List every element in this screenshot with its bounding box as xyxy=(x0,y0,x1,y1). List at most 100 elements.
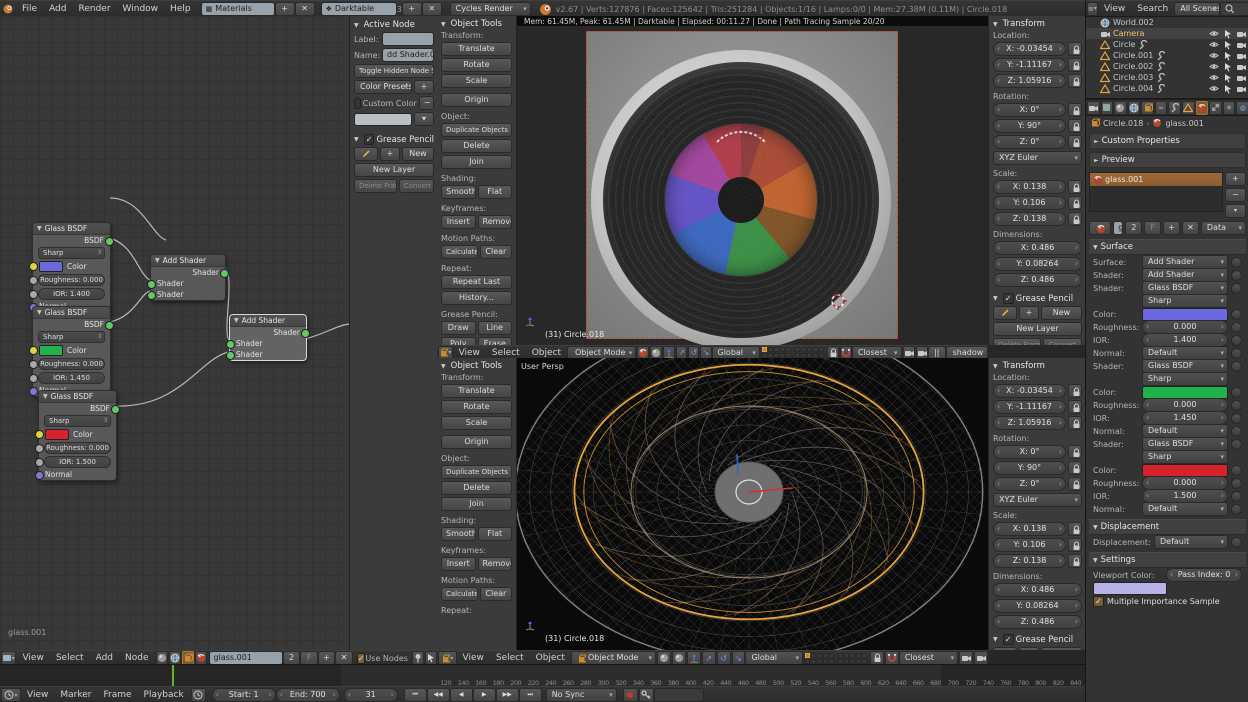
draw-button[interactable]: Draw xyxy=(441,321,476,335)
duplicate-objects-button[interactable]: Duplicate Objects xyxy=(441,465,512,479)
material-browse-icon[interactable] xyxy=(195,651,207,665)
color-presets-dropdown[interactable]: Color Presets xyxy=(354,80,412,94)
material-users-button[interactable]: 2 xyxy=(1125,221,1142,235)
keying-set-icon[interactable] xyxy=(639,688,654,702)
scale-button[interactable]: Scale xyxy=(441,416,512,430)
editor-type-3dview-icon[interactable]: ▾ xyxy=(438,651,457,665)
delete-button[interactable]: Delete xyxy=(441,481,512,495)
selectability-cursor-icon[interactable] xyxy=(1223,29,1232,39)
breadcrumb-object[interactable]: Circle.018 xyxy=(1103,119,1143,128)
pin-icon[interactable] xyxy=(412,651,424,665)
flat-button[interactable]: Flat xyxy=(478,527,513,541)
lock-icon[interactable] xyxy=(1068,119,1082,133)
panel-header-active-node[interactable]: ▼Active Node xyxy=(354,20,434,30)
scene-add-button[interactable]: + xyxy=(402,2,422,16)
erase-button[interactable]: Erase xyxy=(478,337,513,345)
preset-remove-button[interactable]: − xyxy=(419,96,434,110)
lock-icon[interactable] xyxy=(1068,522,1082,536)
grease-add-button[interactable]: + xyxy=(1019,647,1039,650)
menu-view[interactable]: View xyxy=(16,653,49,663)
animate-dot[interactable] xyxy=(1231,426,1242,437)
panel-header-settings[interactable]: ▼Settings xyxy=(1089,552,1246,568)
roughness-slider[interactable]: 0.000 xyxy=(1142,398,1228,412)
ior-slider[interactable]: 1.500 xyxy=(1142,489,1228,503)
manipulator-scale-icon[interactable]: ↘ xyxy=(732,651,746,665)
editor-type-outliner-icon[interactable]: ≡▾ xyxy=(1087,2,1098,16)
menu-window[interactable]: Window xyxy=(117,4,165,14)
ior-slider[interactable]: IOR: 1.500 xyxy=(44,456,111,468)
node-add-shader-1[interactable]: ▼Add Shader Shader Shader Shader xyxy=(150,254,226,301)
render-opengl-icon[interactable] xyxy=(959,651,973,665)
join-button[interactable]: Join xyxy=(441,155,512,169)
material-slot-active[interactable]: glass.001 xyxy=(1090,173,1222,186)
repeat-last-button[interactable]: Repeat Last xyxy=(441,275,512,289)
use-nodes-checkbox[interactable]: ✓ xyxy=(357,653,366,664)
timeline-playhead[interactable] xyxy=(172,665,174,687)
collapse-icon[interactable]: ▼ xyxy=(234,317,239,324)
menu-object[interactable]: Object xyxy=(530,653,571,663)
tab-texture-icon[interactable] xyxy=(1209,101,1222,115)
selectability-cursor-icon[interactable] xyxy=(1223,73,1232,83)
toggle-hidden-sockets-button[interactable]: Toggle Hidden Node Sockets xyxy=(354,64,434,78)
renderability-camera-icon[interactable] xyxy=(1236,73,1246,83)
node-header[interactable]: ▼Add Shader xyxy=(230,315,306,327)
animate-dot[interactable] xyxy=(1231,270,1242,281)
grease-new-button[interactable]: New xyxy=(1041,647,1082,650)
visibility-eye-icon[interactable] xyxy=(1209,40,1219,49)
node-glass-bsdf-2[interactable]: ▼Glass BSDF BSDF Sharp Color Roughness: … xyxy=(32,306,111,397)
manipulator-axis-icon[interactable] xyxy=(687,651,701,665)
dim-x-slider[interactable]: X: 0.486 xyxy=(993,583,1082,597)
render-engine-dropdown[interactable]: Cycles Render xyxy=(450,2,531,16)
dim-x-slider[interactable]: X: 0.486 xyxy=(993,241,1082,255)
dim-y-slider[interactable]: Y: 0.08264 xyxy=(993,599,1082,613)
translate-button[interactable]: Translate xyxy=(441,384,512,398)
color-swatch[interactable] xyxy=(39,261,63,272)
tab-object-icon[interactable] xyxy=(1141,101,1154,115)
smooth-button[interactable]: Smooth xyxy=(441,185,476,199)
pivot-point-icon[interactable] xyxy=(672,651,686,665)
node-header[interactable]: ▼Add Shader xyxy=(151,255,225,267)
selectability-cursor-icon[interactable] xyxy=(1223,40,1232,50)
scale-y-slider[interactable]: Y: 0.106 xyxy=(993,538,1066,552)
menu-select[interactable]: Select xyxy=(50,653,90,663)
menu-node[interactable]: Node xyxy=(119,653,155,663)
node-name-input[interactable]: dd Shader.001 xyxy=(382,48,434,62)
scene-browse-icon[interactable]: ❖ xyxy=(326,3,332,15)
layers-widget-2[interactable] xyxy=(795,347,824,358)
insert-keyframe-button[interactable]: Insert xyxy=(441,557,476,571)
viewport-shading-icon[interactable] xyxy=(657,651,671,665)
menu-search[interactable]: Search xyxy=(1131,4,1174,14)
preset-menu-button[interactable]: ▾ xyxy=(414,112,434,126)
panel-header-grease-pencil[interactable]: ▼✓Grease Pencil xyxy=(993,634,1082,645)
output-socket[interactable] xyxy=(105,237,114,246)
menu-frame[interactable]: Frame xyxy=(97,690,137,700)
origin-button[interactable]: Origin xyxy=(441,435,512,449)
manipulator-translate-icon[interactable]: ↗ xyxy=(702,651,716,665)
convert-button[interactable]: Convert xyxy=(399,179,434,193)
animate-dot[interactable] xyxy=(1231,335,1242,346)
keying-set-field[interactable] xyxy=(654,688,704,702)
current-frame-slider[interactable]: 31 xyxy=(344,688,398,702)
material-name-field[interactable]: glass.001 xyxy=(1113,221,1123,235)
frame-end-slider[interactable]: End: 700 xyxy=(276,688,340,702)
node-glass-bsdf-3[interactable]: ▼Glass BSDF BSDF Sharp Color Roughness: … xyxy=(38,390,117,481)
color-swatch[interactable] xyxy=(1142,308,1228,321)
ior-socket[interactable] xyxy=(35,458,44,467)
input-socket[interactable] xyxy=(226,351,235,360)
editor-type-timeline-icon[interactable]: ▾ xyxy=(1,688,21,702)
shader-type-material-icon[interactable] xyxy=(182,651,194,665)
lock-icon[interactable] xyxy=(1068,135,1082,149)
scale-x-slider[interactable]: X: 0.138 xyxy=(993,522,1066,536)
distribution-dropdown[interactable]: Sharp xyxy=(1142,294,1228,308)
play-reverse-button[interactable]: ◀ xyxy=(450,688,473,702)
manipulator-rotate-icon[interactable]: ↺ xyxy=(717,651,731,665)
outliner-item-circle-001[interactable]: Circle.001 xyxy=(1086,50,1248,61)
record-button[interactable] xyxy=(623,688,638,702)
ior-slider[interactable]: 1.450 xyxy=(1142,411,1228,425)
outliner-search-field[interactable] xyxy=(1220,2,1248,16)
remove-keyframe-button[interactable]: Remove xyxy=(478,215,513,229)
normal-dropdown[interactable]: Default xyxy=(1142,502,1228,516)
slot-add-button[interactable]: + xyxy=(1225,172,1246,186)
animate-dot[interactable] xyxy=(1231,361,1242,372)
line-button[interactable]: Line xyxy=(478,321,513,335)
